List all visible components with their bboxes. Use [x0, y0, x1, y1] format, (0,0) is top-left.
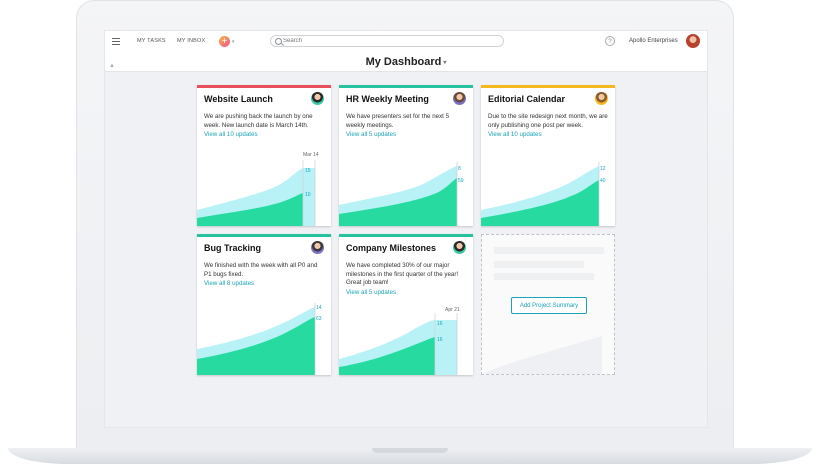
card-description: Due to the site redesign next month, we … — [488, 113, 608, 129]
chevron-down-icon[interactable]: ▾ — [443, 60, 446, 66]
card-title[interactable]: HR Weekly Meeting — [346, 94, 429, 104]
card-title[interactable]: Bug Tracking — [204, 243, 261, 253]
chart-value-bottom: 59 — [458, 178, 464, 184]
card-title[interactable]: Company Milestones — [346, 243, 436, 253]
laptop-notch — [372, 448, 448, 453]
chart-date-label: Mar 14 — [303, 152, 319, 158]
nav-my-tasks[interactable]: MY TASKS — [137, 38, 166, 44]
chart-value-bottom: 16 — [437, 337, 443, 343]
card-accent-bar — [339, 234, 473, 237]
card-accent-bar — [339, 85, 473, 88]
placeholder-line — [494, 261, 584, 268]
chart-value-bottom: 63 — [316, 316, 322, 322]
add-project-summary-placeholder: Add Project Summary — [481, 234, 615, 375]
search-input[interactable] — [283, 36, 483, 46]
avatar — [311, 241, 324, 254]
help-icon[interactable]: ? — [605, 36, 615, 46]
card-description: We have presenters set for the next 5 we… — [346, 113, 450, 129]
card-accent-bar — [197, 85, 331, 88]
view-updates-link[interactable]: View all 10 updates — [488, 131, 542, 138]
chart-value-top: 12 — [600, 166, 606, 172]
organization-name[interactable]: Apollo Enterprises — [629, 38, 678, 44]
search-box[interactable] — [270, 35, 504, 47]
placeholder-line — [494, 247, 604, 254]
add-project-summary-button[interactable]: Add Project Summary — [511, 297, 587, 314]
title-bar: ▲ My Dashboard ▾ — [105, 53, 707, 72]
view-updates-link[interactable]: View all 10 updates — [204, 131, 258, 138]
avatar — [595, 92, 608, 105]
card-progress-chart: 14 63 — [197, 303, 322, 375]
view-updates-link[interactable]: View all 8 updates — [204, 280, 254, 287]
card-title[interactable]: Website Launch — [204, 94, 273, 104]
card-accent-bar — [197, 234, 331, 237]
search-icon — [275, 38, 282, 45]
nav-my-inbox[interactable]: MY INBOX — [177, 38, 205, 44]
project-card-bug-tracking[interactable]: Bug Tracking We finished with the week w… — [197, 234, 331, 375]
card-progress-chart: Apr 21 16 16 — [339, 307, 460, 375]
chevron-down-icon[interactable]: ▾ — [232, 39, 235, 45]
project-card-editorial-calendar[interactable]: Editorial Calendar Due to the site redes… — [481, 85, 615, 226]
chart-value-bottom: 40 — [600, 178, 606, 184]
card-description: We have completed 30% of our major miles… — [346, 262, 459, 286]
chart-value-bottom: 10 — [305, 192, 311, 198]
app-screen: MY TASKS MY INBOX + ▾ ? Apollo Enterpris… — [104, 30, 708, 428]
card-title[interactable]: Editorial Calendar — [488, 94, 565, 104]
card-progress-chart: 12 40 — [481, 162, 606, 226]
page-title[interactable]: My Dashboard ▾ — [105, 56, 707, 68]
chart-value-top: 16 — [437, 321, 443, 327]
add-button[interactable]: + — [219, 36, 230, 47]
chart-value-top: 8 — [458, 166, 461, 172]
card-progress-chart: 8 59 — [339, 162, 464, 226]
card-description: We finished with the week with all P0 an… — [204, 262, 318, 278]
top-bar: MY TASKS MY INBOX + ▾ ? Apollo Enterpris… — [105, 31, 707, 54]
chart-value-top: 14 — [316, 305, 322, 311]
project-card-company-milestones[interactable]: Company Milestones We have completed 30%… — [339, 234, 473, 375]
hamburger-menu-icon[interactable] — [112, 38, 120, 45]
view-updates-link[interactable]: View all 5 updates — [346, 131, 396, 138]
avatar — [453, 241, 466, 254]
project-card-hr-weekly-meeting[interactable]: HR Weekly Meeting We have presenters set… — [339, 85, 473, 226]
placeholder-chart — [482, 336, 602, 374]
chart-value-top: 15 — [305, 168, 311, 174]
card-accent-bar — [481, 85, 615, 88]
view-updates-link[interactable]: View all 5 updates — [346, 289, 396, 296]
card-progress-chart: Mar 14 15 10 — [197, 152, 319, 226]
user-avatar[interactable] — [686, 34, 700, 48]
avatar — [453, 92, 466, 105]
avatar — [311, 92, 324, 105]
chart-date-label: Apr 21 — [445, 307, 460, 313]
placeholder-line — [494, 273, 594, 280]
card-description: We are pushing back the launch by one we… — [204, 113, 313, 129]
project-card-website-launch[interactable]: Website Launch We are pushing back the l… — [197, 85, 331, 226]
